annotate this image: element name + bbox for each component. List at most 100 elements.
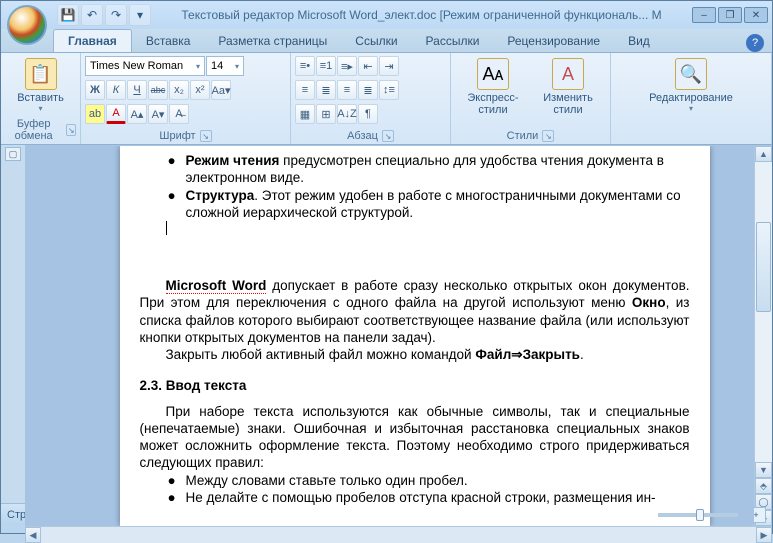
shrink-font-button[interactable]: A▾ [148,104,168,124]
bold-button[interactable]: Ж [85,80,105,100]
editing-button[interactable]: 🔍 Редактирование ▾ [646,56,736,141]
find-icon: 🔍 [675,58,707,90]
font-size-combo[interactable]: 14▾ [206,56,244,76]
text: . Этот режим удобен в работе с многостра… [186,188,681,220]
window-title: Текстовый редактор Microsoft Word_элект.… [151,8,692,22]
scroll-up-button[interactable]: ▲ [755,146,772,162]
scroll-down-button[interactable]: ▼ [755,462,772,478]
heading-2-3: 2.3. Ввод текста [140,377,690,394]
zoom-knob[interactable] [696,509,704,521]
text: Структура [186,188,255,203]
group-font-label: Шрифт [159,130,195,142]
numbering-button[interactable]: ≡1 [316,56,336,76]
qat-customize[interactable]: ▾ [129,4,151,26]
close-button[interactable]: ✕ [744,7,768,23]
paste-button[interactable]: 📋 Вставить ▾ [17,56,65,117]
text-cursor [166,221,167,235]
bullet-reading-mode: Режим чтения предусмотрен специально для… [186,152,690,187]
ribbon-tabs: Главная Вставка Разметка страницы Ссылки… [1,29,772,53]
tab-review[interactable]: Рецензирование [493,30,614,52]
bullets-button[interactable]: ≡• [295,56,315,76]
paragraph-rules: При наборе текста используются как обычн… [140,403,690,472]
qat-save[interactable]: 💾 [57,4,79,26]
document-page[interactable]: Режим чтения предусмотрен специально для… [120,146,710,526]
qat-redo[interactable]: ↷ [105,4,127,26]
group-para-label: Абзац [347,130,378,142]
restore-button[interactable]: ❐ [718,7,742,23]
tab-mailings[interactable]: Рассылки [412,30,494,52]
bullet-no-space-indent: Не делайте с помощью пробелов отступа кр… [186,489,690,506]
ruler-toggle[interactable]: ▢ [5,147,21,161]
change-styles-icon: A [552,58,584,90]
clear-format-button[interactable]: A̶ [169,104,189,124]
multilevel-button[interactable]: ≡▸ [337,56,357,76]
align-left-button[interactable]: ≡ [295,80,315,100]
line-spacing-button[interactable]: ↕≡ [379,80,399,100]
shading-button[interactable]: ▦ [295,104,315,124]
align-center-button[interactable]: ≣ [316,80,336,100]
borders-button[interactable]: ⊞ [316,104,336,124]
font-name-value: Times New Roman [90,60,183,72]
paragraph-close: Закрыть любой активный файл можно команд… [140,346,690,363]
quick-styles-button[interactable]: Aᴀ Экспресс-стили [455,56,531,129]
tab-home[interactable]: Главная [53,29,132,52]
paragraph-windows: Microsoft Word допускает в работе сразу … [140,277,690,346]
tab-references[interactable]: Ссылки [341,30,411,52]
font-size-value: 14 [211,60,223,72]
bullet-structure: Структура. Этот режим удобен в работе с … [186,187,690,222]
editing-label: Редактирование [649,92,733,104]
grow-font-button[interactable]: A▴ [127,104,147,124]
clipboard-launcher[interactable]: ↘ [66,124,76,136]
font-name-combo[interactable]: Times New Roman▾ [85,56,205,76]
horizontal-scrollbar[interactable]: ◀ ▶ [25,526,772,543]
text: Файл⇒Закрыть [475,347,580,362]
tab-page-layout[interactable]: Разметка страницы [204,30,341,52]
change-case-button[interactable]: Aa▾ [211,80,231,100]
text: Режим чтения [186,153,280,168]
vertical-ruler-strip: ▢ [1,145,25,503]
change-styles-label: Изменить стили [535,92,601,116]
text: Закрыть любой активный файл можно команд… [166,347,476,362]
sort-button[interactable]: A↓Z [337,104,357,124]
indent-inc-button[interactable]: ⇥ [379,56,399,76]
scroll-right-button[interactable]: ▶ [756,527,772,543]
superscript-button[interactable]: x² [190,80,210,100]
highlight-button[interactable]: ab [85,104,105,124]
justify-button[interactable]: ≣ [358,80,378,100]
indent-dec-button[interactable]: ⇤ [358,56,378,76]
italic-button[interactable]: К [106,80,126,100]
strike-button[interactable]: abc [148,80,168,100]
quick-styles-label: Экспресс-стили [457,92,529,116]
ribbon: 📋 Вставить ▾ Буфер обмена ↘ Times New Rom… [1,53,772,145]
paste-dropdown[interactable]: ▾ [38,104,42,113]
quick-access-toolbar: 💾 ↶ ↷ ▾ [57,4,151,26]
styles-launcher[interactable]: ↘ [542,130,554,142]
group-clipboard-label: Буфер обмена [5,118,62,142]
zoom-slider[interactable] [658,513,738,517]
scroll-thumb[interactable] [756,222,771,312]
bullet-one-space: Между словами ставьте только один пробел… [186,472,690,489]
qat-undo[interactable]: ↶ [81,4,103,26]
subscript-button[interactable]: x₂ [169,80,189,100]
styles-icon: Aᴀ [477,58,509,90]
group-styles-label: Стили [507,130,539,142]
paste-label: Вставить [17,92,64,104]
paste-icon: 📋 [25,58,57,90]
text: Окно [632,295,666,310]
office-button[interactable] [7,5,47,45]
tab-view[interactable]: Вид [614,30,664,52]
text: . [580,347,584,362]
font-launcher[interactable]: ↘ [200,130,212,142]
prev-page-button[interactable]: ⬘ [755,478,772,494]
tab-insert[interactable]: Вставка [132,30,205,52]
scroll-left-button[interactable]: ◀ [25,527,41,543]
align-right-button[interactable]: ≡ [337,80,357,100]
show-marks-button[interactable]: ¶ [358,104,378,124]
vertical-scrollbar[interactable]: ▲ ▼ ⬘ ◯ ⬙ [754,146,772,526]
change-styles-button[interactable]: A Изменить стили [533,56,603,129]
minimize-button[interactable]: – [692,7,716,23]
font-color-button[interactable]: A [106,104,126,124]
para-launcher[interactable]: ↘ [382,130,394,142]
help-icon[interactable]: ? [746,34,764,52]
underline-button[interactable]: Ч [127,80,147,100]
